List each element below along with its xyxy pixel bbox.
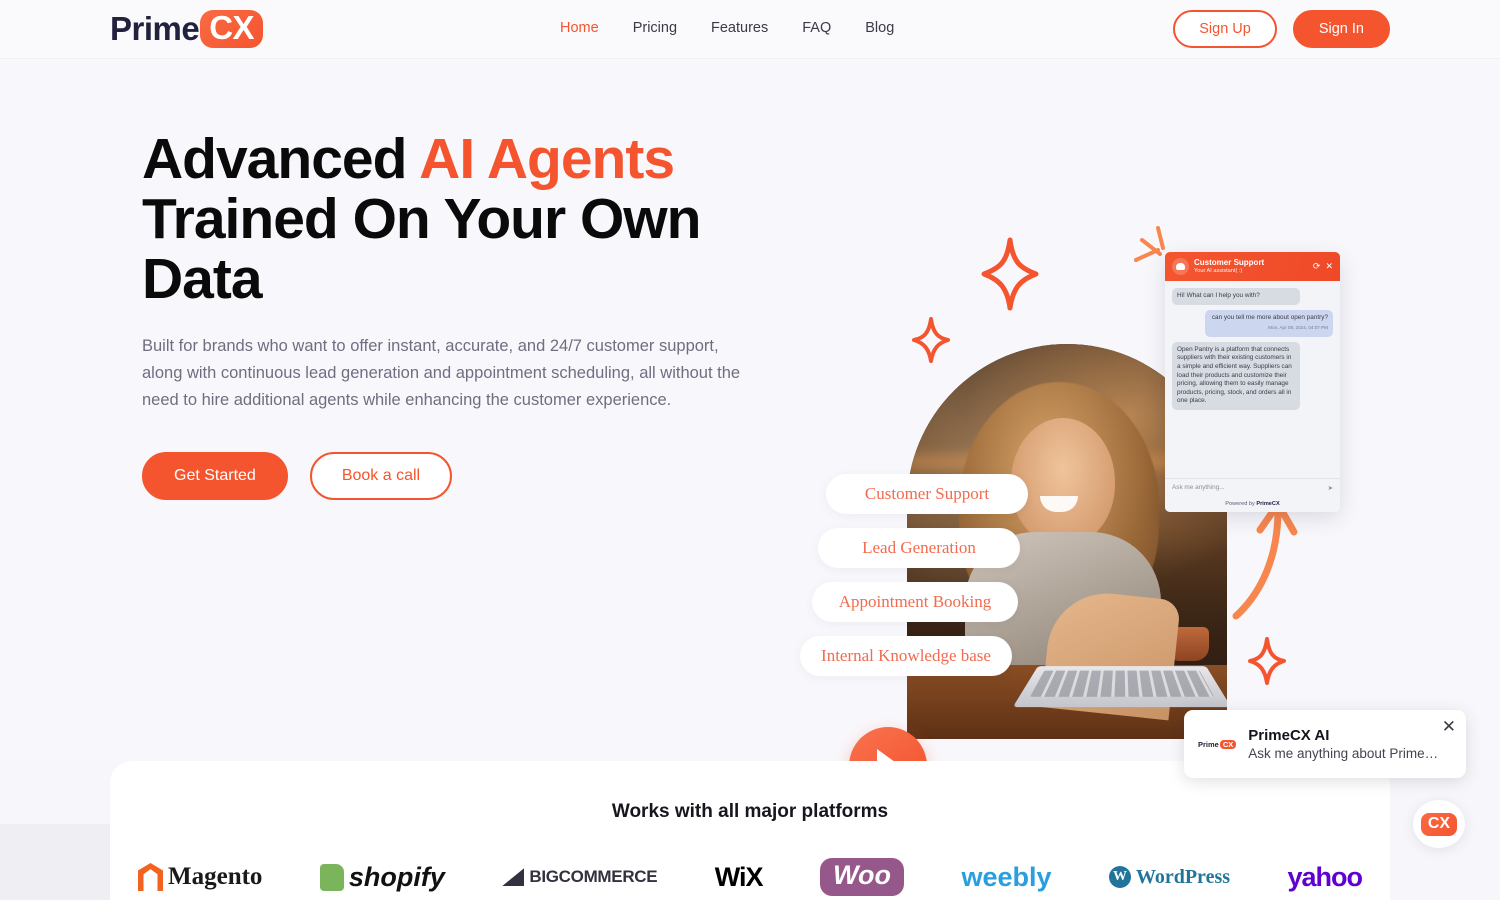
feature-pill[interactable]: Lead Generation	[818, 528, 1020, 568]
page-side-strip	[0, 824, 110, 900]
refresh-icon[interactable]: ⟳	[1313, 262, 1321, 271]
bigcommerce-icon	[502, 868, 525, 886]
sign-up-button[interactable]: Sign Up	[1173, 10, 1277, 48]
chat-widget-subtitle: Your AI assistant( :)	[1194, 267, 1243, 274]
nav-item-pricing[interactable]: Pricing	[633, 20, 677, 36]
platform-logo-shopify: shopify	[319, 862, 445, 893]
chat-message-timestamp: Mon, Apr 08, 2024, 04:07 PM	[1268, 325, 1328, 331]
chat-message-user: can you tell me more about open pantry? …	[1205, 309, 1333, 337]
chat-input-row[interactable]: Ask me anything... ➤	[1165, 478, 1340, 498]
book-a-call-button[interactable]: Book a call	[309, 452, 453, 500]
chat-message-list: Hi! What can I help you with? can you te…	[1165, 281, 1340, 422]
platform-logo-row: Magento shopify BIGCOMMERCE WiX Woo weeb…	[110, 858, 1390, 896]
platform-logo-wordpress: W WordPress	[1108, 866, 1230, 889]
platform-logo-wix: WiX	[714, 861, 764, 892]
platforms-section: Works with all major platforms Magento s…	[110, 761, 1390, 900]
chat-avatar-icon	[1172, 258, 1189, 275]
chat-footer-prefix: Powered by	[1225, 501, 1257, 508]
curved-arrow-icon	[1232, 500, 1298, 620]
close-icon[interactable]: ✕	[1325, 262, 1333, 271]
chat-widget-header: Customer Support Your AI assistant( :) ⟳…	[1165, 252, 1340, 281]
close-icon[interactable]: ✕	[1442, 718, 1456, 735]
headline-part-1: Advanced	[142, 127, 420, 191]
toast-brand-logo: Prime CX	[1198, 739, 1237, 749]
send-icon[interactable]: ➤	[1328, 484, 1333, 493]
sign-in-button[interactable]: Sign In	[1292, 10, 1390, 48]
brand-logo-text: Prime	[110, 10, 200, 47]
chat-toast-notification[interactable]: Prime CX PrimeCX AI Ask me anything about…	[1184, 710, 1466, 778]
page-title: Advanced AI Agents Trained On Your Own D…	[142, 129, 762, 309]
main-nav: Home Pricing Features FAQ Blog	[560, 20, 894, 36]
platform-logo-weebly: weebly	[961, 861, 1052, 892]
sparkle-icon-right	[1248, 637, 1286, 685]
chat-message-bot: Open Pantry is a platform that connects …	[1172, 341, 1300, 410]
wordpress-icon: W	[1108, 866, 1131, 888]
chat-footer-brand: PrimeCX	[1256, 501, 1280, 508]
brand-logo-badge: CX	[200, 10, 264, 48]
chat-input-placeholder: Ask me anything...	[1172, 484, 1225, 492]
nav-item-features[interactable]: Features	[711, 20, 768, 36]
toast-title: PrimeCX AI	[1248, 727, 1330, 744]
platform-logo-magento: Magento	[138, 863, 262, 891]
platform-logo-yahoo: yahoo	[1287, 861, 1363, 892]
chat-widget-preview: Customer Support Your AI assistant( :) ⟳…	[1165, 252, 1340, 512]
hero-copy: Advanced AI Agents Trained On Your Own D…	[142, 129, 762, 500]
brand-logo[interactable]: Prime CX	[110, 10, 264, 48]
chat-launcher-label: CX	[1420, 812, 1458, 836]
feature-pill-list: Customer Support Lead Generation Appoint…	[800, 474, 1052, 690]
hero-cta-group: Get Started Book a call	[142, 452, 762, 500]
platform-logo-woocommerce: Woo	[820, 858, 904, 896]
feature-pill[interactable]: Customer Support	[826, 474, 1028, 514]
feature-pill[interactable]: Internal Knowledge base	[800, 636, 1012, 676]
chat-widget-footer: Powered by PrimeCX	[1165, 498, 1340, 512]
hero-section: Advanced AI Agents Trained On Your Own D…	[0, 59, 1500, 761]
shopify-icon	[319, 863, 344, 891]
feature-pill[interactable]: Appointment Booking	[812, 582, 1018, 622]
hero-visual: Customer Support Lead Generation Appoint…	[790, 119, 1430, 761]
chat-message-bot: Hi! What can I help you with?	[1172, 288, 1300, 305]
site-header: Prime CX Home Pricing Features FAQ Blog S…	[0, 0, 1500, 59]
sparkle-icon-large	[981, 237, 1039, 311]
nav-item-faq[interactable]: FAQ	[802, 20, 831, 36]
toast-subtitle: Ask me anything about Prime…	[1248, 746, 1439, 761]
headline-highlight: AI Agents	[419, 127, 675, 191]
platform-logo-bigcommerce: BIGCOMMERCE	[502, 867, 658, 887]
chat-message-text: can you tell me more about open pantry?	[1211, 313, 1328, 321]
nav-item-blog[interactable]: Blog	[865, 20, 894, 36]
magento-icon	[138, 863, 163, 891]
headline-part-2: Trained On Your Own Data	[142, 187, 701, 311]
get-started-button[interactable]: Get Started	[142, 452, 288, 500]
chat-launcher-button[interactable]: CX	[1413, 800, 1465, 848]
nav-item-home[interactable]: Home	[560, 20, 599, 36]
hero-subtext: Built for brands who want to offer insta…	[142, 337, 741, 409]
chat-widget-title: Customer Support	[1194, 257, 1265, 267]
platforms-heading: Works with all major platforms	[611, 801, 889, 822]
auth-actions: Sign Up Sign In	[1173, 10, 1390, 48]
